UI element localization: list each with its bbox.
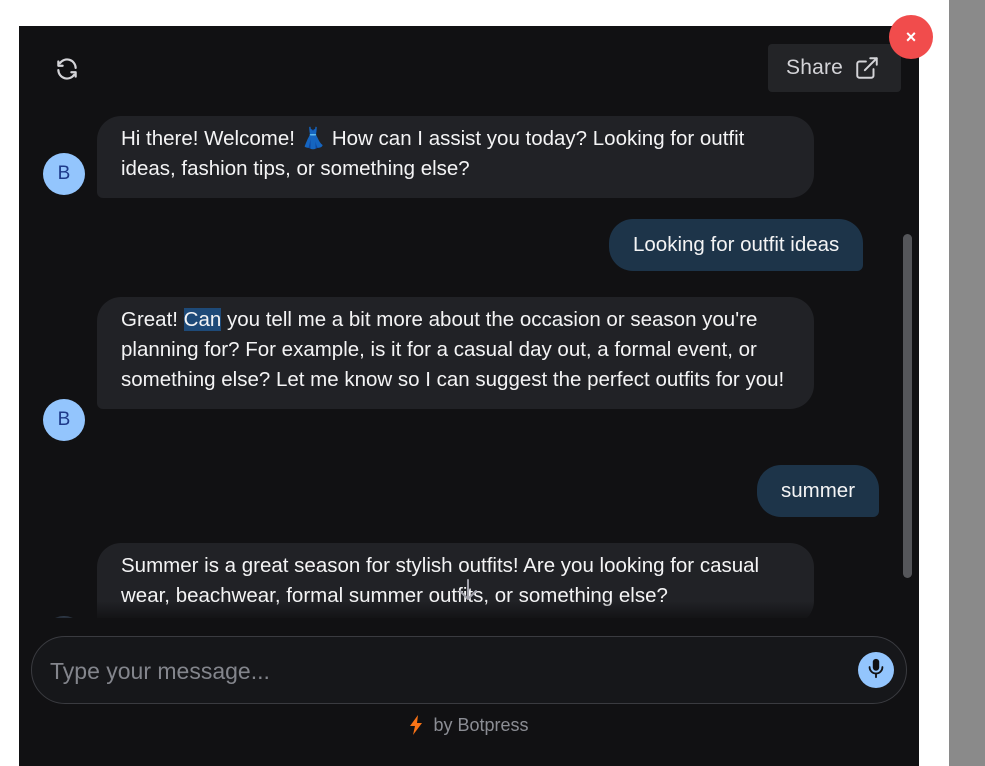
- bot-avatar: B: [43, 399, 85, 441]
- microphone-icon: [865, 656, 887, 685]
- chat-widget: Share Hi there! Welcome! 👗 How can I ass…: [19, 26, 919, 766]
- chat-header: Share: [19, 26, 919, 111]
- message-text-before: Great!: [121, 308, 184, 331]
- message-text: summer: [781, 479, 856, 502]
- message-input[interactable]: [50, 651, 840, 691]
- message-text: Looking for outfit ideas: [633, 233, 840, 256]
- message-text: Hi there! Welcome! 👗 How can I assist yo…: [121, 127, 745, 180]
- avatar-initial: B: [57, 409, 71, 430]
- message-composer: [31, 636, 907, 704]
- selected-text: Can: [183, 308, 222, 331]
- close-button[interactable]: ×: [889, 15, 933, 59]
- user-message: Looking for outfit ideas: [609, 219, 864, 271]
- refresh-icon[interactable]: [54, 56, 80, 82]
- bolt-icon: [409, 715, 423, 735]
- microphone-button[interactable]: [858, 652, 894, 688]
- message-list[interactable]: Hi there! Welcome! 👗 How can I assist yo…: [19, 111, 919, 618]
- message-text: Summer is a great season for stylish out…: [121, 554, 760, 607]
- close-icon: ×: [905, 26, 917, 47]
- bot-message: Hi there! Welcome! 👗 How can I assist yo…: [97, 116, 814, 198]
- powered-by-text: by Botpress: [433, 714, 529, 735]
- powered-by-link[interactable]: by Botpress: [19, 712, 919, 738]
- share-button[interactable]: Share: [768, 44, 901, 92]
- user-message: summer: [757, 465, 880, 517]
- bot-avatar: B: [43, 153, 85, 195]
- external-link-icon: [854, 55, 880, 81]
- messages-scrollbar[interactable]: [903, 234, 912, 578]
- bot-message: Great! Can you tell me a bit more about …: [97, 297, 814, 409]
- scroll-down-button[interactable]: [449, 571, 487, 613]
- message-text-after: you tell me a bit more about the occasio…: [121, 308, 785, 391]
- avatar-initial: B: [57, 163, 71, 184]
- page-scroll-gutter: [949, 0, 985, 766]
- share-label: Share: [786, 56, 844, 79]
- arrow-down-icon: [456, 577, 480, 608]
